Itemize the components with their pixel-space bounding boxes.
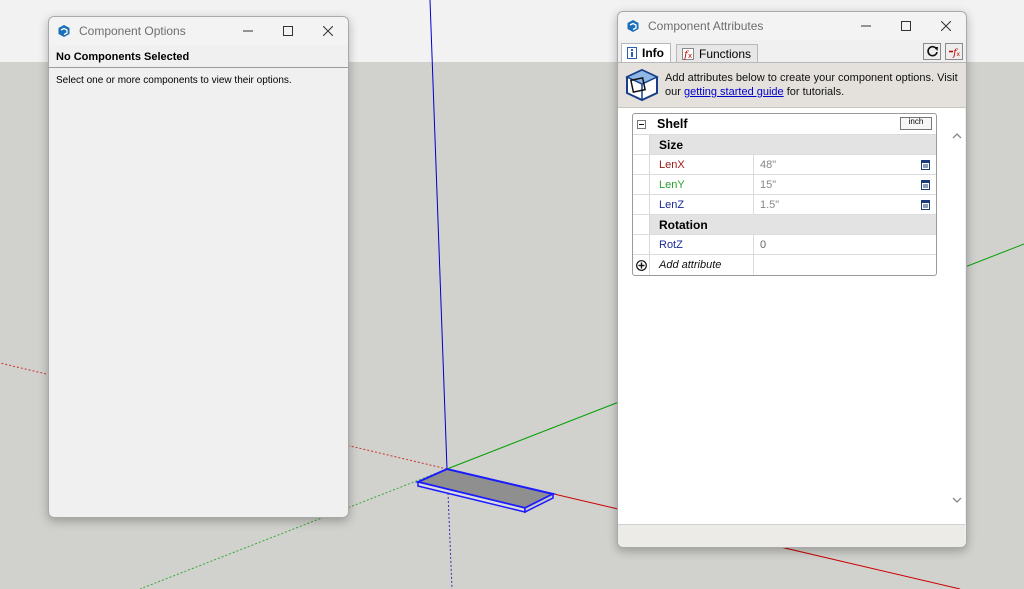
tab-info-label: Info [642,46,664,60]
maximize-button[interactable] [268,17,308,45]
svg-text:x: x [688,52,692,60]
close-button[interactable] [926,12,966,40]
attribute-details-icon[interactable] [918,199,932,210]
minimize-button[interactable] [846,12,886,40]
scroll-down-icon[interactable] [949,494,965,506]
close-icon [323,26,333,36]
formula-button[interactable]: fx [945,43,963,60]
attribute-details-icon[interactable] [918,159,932,170]
attribute-name[interactable]: RotZ [650,235,754,254]
section-label: Size [650,135,936,154]
titlebar[interactable]: Component Attributes [618,12,966,40]
getting-started-link[interactable]: getting started guide [684,86,784,98]
minimize-icon [861,25,871,27]
sketchup-icon [626,18,642,34]
blue-axis [429,0,448,470]
add-attribute-button[interactable] [633,255,650,275]
minimize-button[interactable] [228,17,268,45]
attribute-row-rotz[interactable]: RotZ 0 [633,234,936,254]
formula-icon: fx [948,48,960,58]
attribute-value[interactable]: 0 [754,235,936,254]
maximize-icon [283,26,293,36]
info-banner: Add attributes below to create your comp… [618,63,966,108]
sketchup-icon [57,23,73,39]
tab-functions[interactable]: fx Functions [676,44,758,62]
close-button[interactable] [308,17,348,45]
attributes-panel[interactable]: Shelf inch Size LenX 48" LenY 15" LenZ 1… [618,108,965,536]
component-name: Shelf [657,117,688,131]
titlebar[interactable]: Component Options [49,17,348,45]
selection-header: No Components Selected [49,45,348,68]
attribute-table: Shelf inch Size LenX 48" LenY 15" LenZ 1… [632,113,937,276]
tab-info[interactable]: Info [621,43,671,62]
add-attribute-label[interactable]: Add attribute [650,255,754,275]
attribute-details-icon[interactable] [918,179,932,190]
banner-text: Add attributes below to create your comp… [665,72,958,98]
scroll-up-icon[interactable] [949,130,965,142]
window-title: Component Options [79,24,186,38]
component-header-row: Shelf inch [633,114,936,134]
svg-text:x: x [956,51,960,58]
attribute-name[interactable]: LenY [650,175,754,194]
selection-message: Select one or more components to view th… [56,75,292,86]
attribute-value[interactable]: 15" [754,175,918,194]
attribute-name[interactable]: LenZ [650,195,754,214]
section-row-rotation: Rotation [633,214,936,234]
info-icon [627,47,637,59]
component-options-window[interactable]: Component Options No Components Selected… [48,16,349,518]
maximize-button[interactable] [886,12,926,40]
section-label: Rotation [650,215,936,234]
shelf-model [414,467,556,514]
refresh-icon [926,45,938,57]
tab-functions-label: Functions [699,46,752,61]
refresh-button[interactable] [923,43,941,60]
attribute-row-leny[interactable]: LenY 15" [633,174,936,194]
tab-bar: Info fx Functions fx [618,40,966,63]
window-title: Component Attributes [648,19,764,33]
close-icon [941,21,951,31]
add-icon [635,259,647,271]
collapse-icon [637,119,646,129]
attribute-value[interactable]: 48" [754,155,918,174]
section-row-size: Size [633,134,936,154]
attribute-value[interactable]: 1.5" [754,195,918,214]
function-icon: fx [682,47,694,60]
attribute-row-lenz[interactable]: LenZ 1.5" [633,194,936,214]
minimize-icon [243,30,253,32]
maximize-icon [901,21,911,31]
component-cube-icon [625,68,659,102]
attribute-row-lenx[interactable]: LenX 48" [633,154,936,174]
units-toggle[interactable]: inch [900,117,932,130]
attribute-name[interactable]: LenX [650,155,754,174]
vertical-scrollbar[interactable] [949,108,965,516]
collapse-button[interactable] [633,114,650,134]
status-bar [618,524,965,547]
component-attributes-window[interactable]: Component Attributes Info fx Functions f… [617,11,967,548]
add-attribute-row[interactable]: Add attribute [633,254,936,275]
